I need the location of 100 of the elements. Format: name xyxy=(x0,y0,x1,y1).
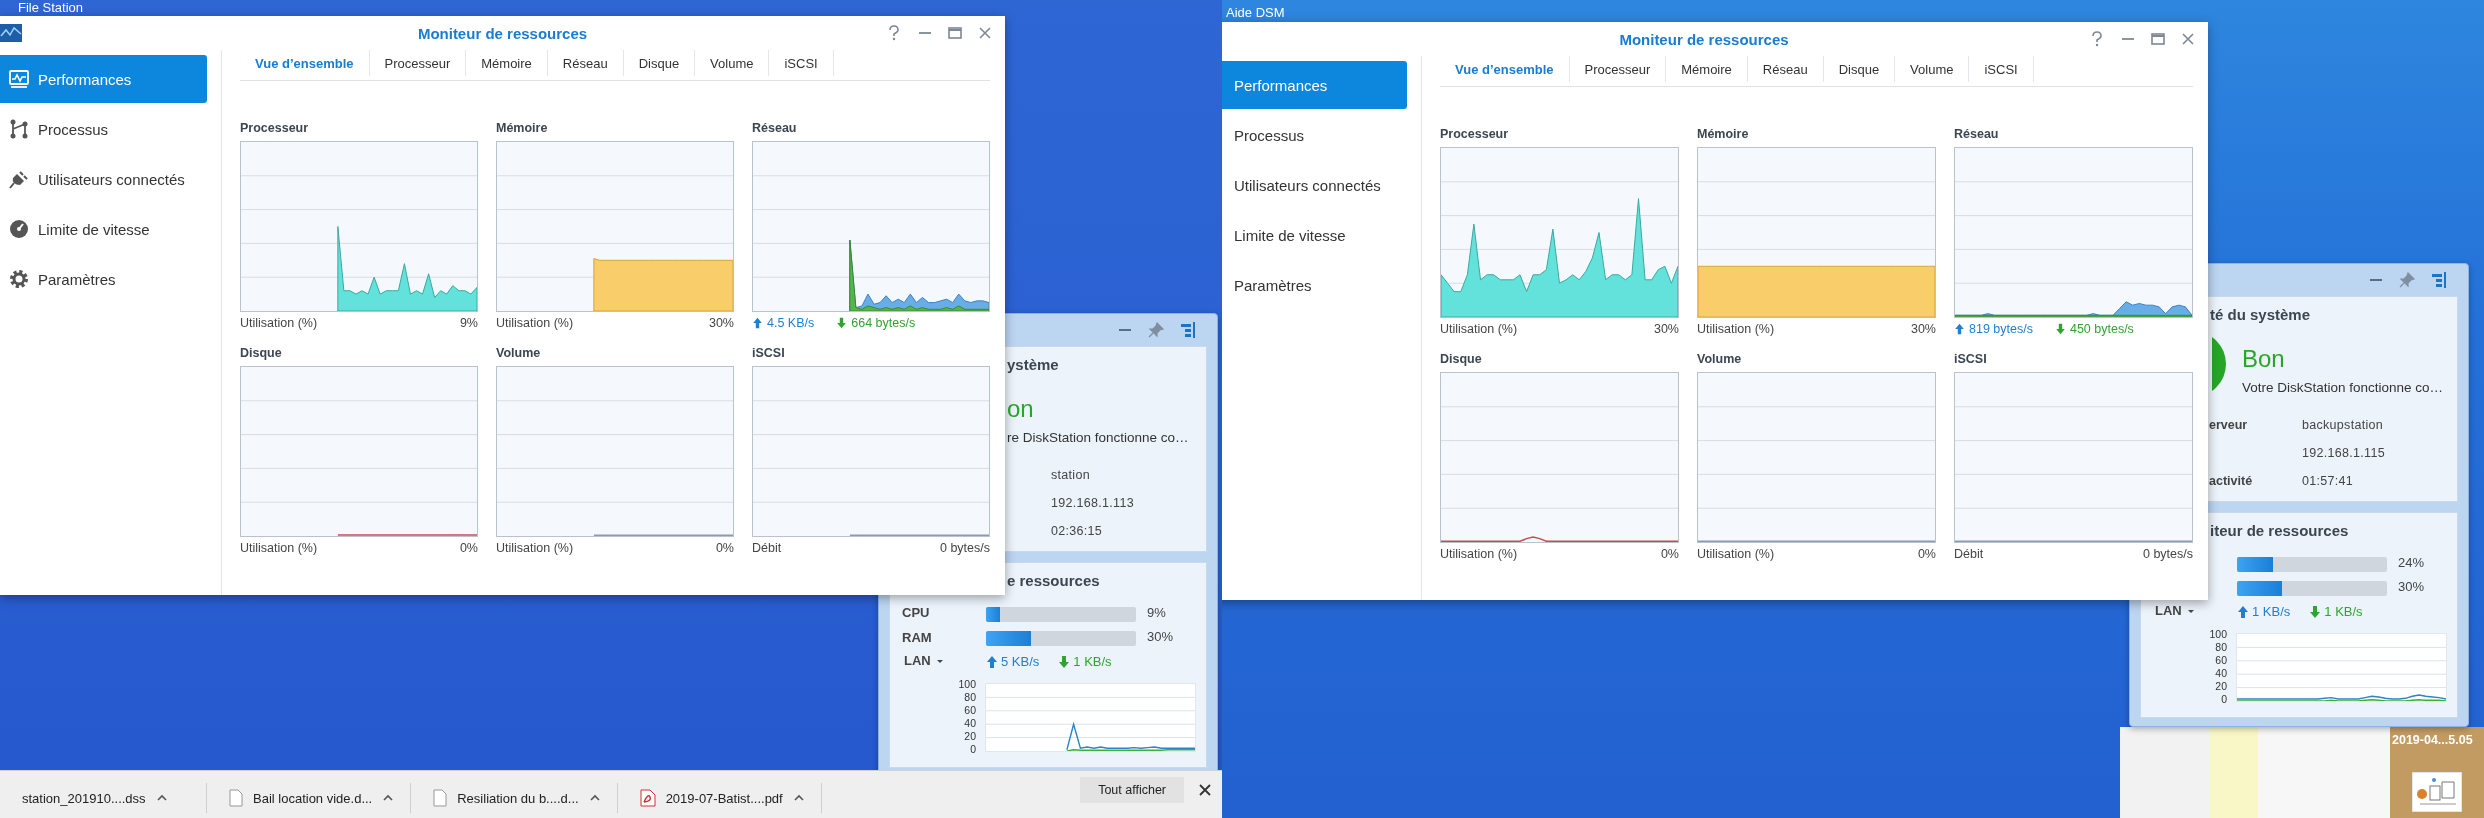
metric-caption: Utilisation (%) xyxy=(1440,322,1518,336)
tab[interactable]: Réseau xyxy=(1747,56,1824,82)
card-title: té du système xyxy=(2210,306,2311,323)
tab[interactable]: Volume xyxy=(1895,56,1970,82)
upload-rate: 819 bytes/s xyxy=(1969,322,2033,336)
tab[interactable]: Disque xyxy=(1823,56,1896,82)
axis-tick-label: 100 xyxy=(2209,629,2227,640)
card-title: e ressources xyxy=(1007,572,1100,589)
download-file-name[interactable]: Resiliation du b....d... xyxy=(457,790,579,806)
panel-collapse-icon[interactable] xyxy=(1179,321,1197,339)
pin-icon[interactable] xyxy=(1147,321,1165,339)
file-thumbnail-icon[interactable] xyxy=(2412,772,2462,812)
network-dropdown[interactable]: LAN xyxy=(904,653,945,668)
tab[interactable]: Réseau xyxy=(547,50,624,76)
sidebar-item[interactable]: Performances xyxy=(1222,61,1407,109)
tab[interactable]: Processeur xyxy=(1569,56,1667,82)
metric-caption: Utilisation (%) xyxy=(1440,547,1518,561)
meter-reading: 30% xyxy=(2398,579,2425,594)
chevron-up-icon[interactable] xyxy=(382,793,395,803)
chevron-up-icon[interactable] xyxy=(792,793,805,803)
download-rate: 1 KB/s xyxy=(2324,604,2363,619)
axis-tick-label: 0 xyxy=(2221,694,2227,705)
download-file-name[interactable]: Bail location vide.d... xyxy=(253,790,373,806)
close-icon[interactable] xyxy=(1198,783,1212,797)
metric-caption: Utilisation (%) xyxy=(240,316,318,330)
window-title: Moniteur de ressources xyxy=(417,24,588,42)
tab[interactable]: Mémoire xyxy=(466,50,548,76)
upload-rate: 5 KB/s xyxy=(1001,654,1040,669)
card-title: ystème xyxy=(1007,356,1059,373)
meter-reading: 24% xyxy=(2398,555,2425,570)
download-rate: 664 bytes/s xyxy=(851,316,916,330)
tab[interactable]: Processeur xyxy=(369,50,467,76)
download-file-name[interactable]: 2019-07-Batist....pdf xyxy=(665,790,783,806)
menu-bar-app-name[interactable]: Aide DSM xyxy=(1226,5,1285,21)
meter-reading: 30% xyxy=(1147,629,1174,644)
sidebar-item[interactable]: Limite de vitesse xyxy=(1222,211,1407,259)
sidebar-item[interactable]: Processus xyxy=(1222,111,1407,159)
tab[interactable]: iSCSI xyxy=(1969,56,2034,82)
sidebar-item[interactable]: Processus xyxy=(0,105,207,153)
info-value: 192.168.1.113 xyxy=(1051,496,1134,510)
panel-title: Réseau xyxy=(752,121,798,137)
process-nodes-icon xyxy=(8,118,30,140)
sidebar-item[interactable]: Limite de vitesse xyxy=(0,205,207,253)
document-icon[interactable] xyxy=(433,789,448,807)
panel-title: Réseau xyxy=(1954,127,2000,143)
metric-value: 0% xyxy=(459,541,478,555)
panel-title: Volume xyxy=(1697,352,1743,368)
axis-tick-label: 0 xyxy=(970,744,976,755)
maximize-icon[interactable] xyxy=(947,25,963,41)
metric-caption: Utilisation (%) xyxy=(240,541,318,555)
chevron-up-icon[interactable] xyxy=(155,793,168,803)
plug-icon xyxy=(8,168,30,190)
network-dropdown[interactable]: LAN xyxy=(2155,603,2196,618)
axis-tick-label: 40 xyxy=(2215,668,2227,679)
metric-caption: Utilisation (%) xyxy=(496,316,574,330)
sidebar-item[interactable]: Utilisateurs connectés xyxy=(0,155,207,203)
panel-collapse-icon[interactable] xyxy=(2430,271,2448,289)
info-value: 02:36:15 xyxy=(1051,524,1103,538)
maximize-icon[interactable] xyxy=(2150,31,2166,47)
health-status: Bon xyxy=(2242,345,2285,373)
info-value: 192.168.1.115 xyxy=(2302,446,2385,460)
axis-tick-label: 60 xyxy=(2215,655,2227,666)
panel-title: Mémoire xyxy=(1697,127,1750,143)
chevron-up-icon[interactable] xyxy=(588,793,601,803)
sidebar-item[interactable]: Performances xyxy=(0,55,207,103)
info-value: backupstation xyxy=(2302,418,2384,432)
document-icon[interactable] xyxy=(229,789,243,807)
pdf-file-icon[interactable] xyxy=(639,789,656,807)
pin-icon[interactable] xyxy=(2398,271,2416,289)
tab[interactable]: Vue d’ensemble xyxy=(240,50,370,76)
download-file-name[interactable]: station_201910....dss xyxy=(22,790,146,806)
sidebar-item[interactable]: Paramètres xyxy=(1222,261,1407,309)
menu-bar-app-name[interactable]: File Station xyxy=(18,0,84,16)
show-all-button[interactable]: Tout afficher xyxy=(1080,777,1184,803)
card-title: iteur de ressources xyxy=(2210,522,2349,539)
panel-title: Disque xyxy=(240,346,283,362)
tab[interactable]: Vue d’ensemble xyxy=(1440,56,1570,82)
tab[interactable]: Mémoire xyxy=(1666,56,1748,82)
metric-caption: Utilisation (%) xyxy=(496,541,574,555)
download-arrow-icon xyxy=(2309,604,2322,619)
axis-tick-label: 80 xyxy=(964,692,976,703)
settings-icon xyxy=(8,268,30,290)
upload-rate: 4.5 KB/s xyxy=(767,316,815,330)
sidebar-item[interactable]: Paramètres xyxy=(0,255,207,303)
tab[interactable]: Volume xyxy=(695,50,770,76)
download-rate: 450 bytes/s xyxy=(2069,322,2134,336)
download-arrow-icon xyxy=(2054,323,2066,335)
metric-caption: Utilisation (%) xyxy=(1697,322,1775,336)
tab[interactable]: Disque xyxy=(623,50,696,76)
info-value: station xyxy=(1051,468,1090,482)
upload-rate: 1 KB/s xyxy=(2252,604,2291,619)
health-message: re DiskStation fonctionne co… xyxy=(1007,430,1189,445)
tab[interactable]: iSCSI xyxy=(769,50,834,76)
gauge-icon xyxy=(8,218,30,240)
upload-arrow-icon xyxy=(1954,323,1965,335)
sidebar-item[interactable]: Utilisateurs connectés xyxy=(1222,161,1407,209)
metric-caption: Débit xyxy=(1954,547,1984,561)
axis-tick-label: 20 xyxy=(2215,681,2227,692)
metric-value: 9% xyxy=(459,316,478,330)
download-rate: 1 KB/s xyxy=(1073,654,1112,669)
